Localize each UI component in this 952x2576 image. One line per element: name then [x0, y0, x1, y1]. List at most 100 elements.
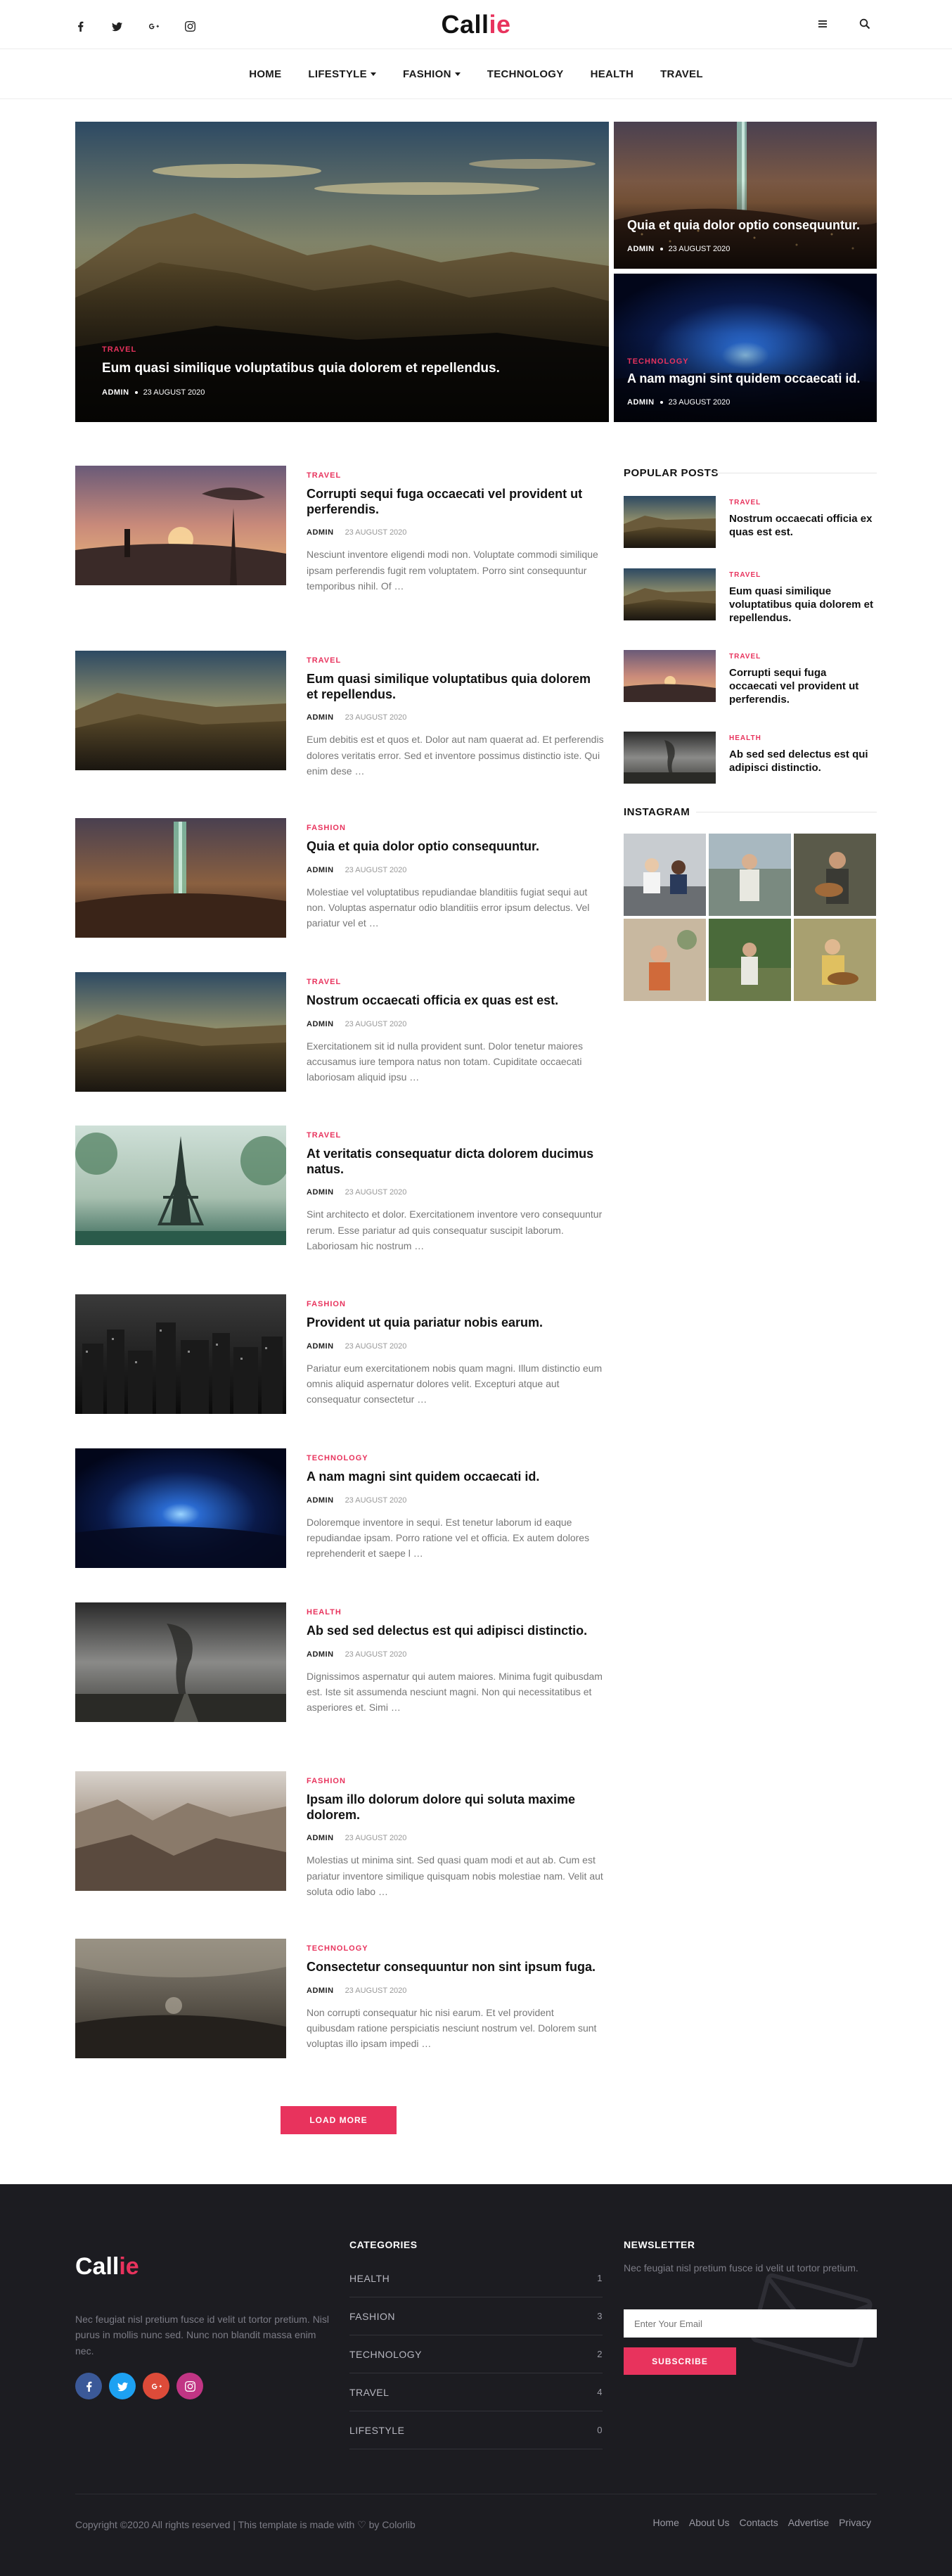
nav-item-fashion[interactable]: FASHION	[403, 68, 461, 80]
post-thumbnail[interactable]	[75, 1448, 286, 1568]
post-category[interactable]: TRAVEL	[307, 471, 604, 480]
post-category[interactable]: TRAVEL	[729, 653, 877, 661]
post-title[interactable]: Provident ut quia pariatur nobis earum.	[307, 1315, 604, 1331]
footer-link-contacts[interactable]: Contacts	[739, 2517, 778, 2528]
popular-post-thumbnail[interactable]	[624, 650, 716, 702]
post-category[interactable]: HEALTH	[307, 1608, 604, 1617]
popular-post-item[interactable]: TRAVEL Corrupti sequi fuga occaecati vel…	[624, 650, 877, 706]
post-category[interactable]: TRAVEL	[307, 656, 604, 665]
post-category[interactable]: FASHION	[307, 824, 604, 832]
post-category[interactable]: TECHNOLOGY	[627, 357, 863, 366]
footer-link-home[interactable]: Home	[653, 2517, 679, 2528]
post-title[interactable]: Consectetur consequuntur non sint ipsum …	[307, 1960, 604, 1975]
post-author[interactable]: ADMIN	[307, 1987, 334, 1995]
post-author[interactable]: ADMIN	[307, 528, 334, 537]
footer-link-advertise[interactable]: Advertise	[788, 2517, 829, 2528]
post-thumbnail[interactable]	[75, 651, 286, 770]
post-author[interactable]: ADMIN	[102, 388, 129, 397]
instagram-icon[interactable]	[176, 2373, 203, 2399]
featured-post-side-1[interactable]: Quia et quia dolor optio consequuntur. A…	[614, 122, 877, 269]
post-author[interactable]: ADMIN	[307, 1020, 334, 1028]
post-author[interactable]: ADMIN	[307, 1342, 334, 1351]
featured-post-main[interactable]: TRAVEL Eum quasi similique voluptatibus …	[75, 122, 609, 422]
search-icon[interactable]	[858, 18, 871, 30]
post-category[interactable]: TRAVEL	[307, 978, 604, 986]
site-logo[interactable]: Callie	[0, 10, 952, 39]
nav-item-technology[interactable]: TECHNOLOGY	[487, 68, 564, 80]
post-title[interactable]: Nostrum occaecati officia ex quas est es…	[307, 993, 604, 1009]
subscribe-button[interactable]: SUBSCRIBE	[624, 2347, 736, 2375]
post-thumbnail[interactable]	[75, 1771, 286, 1891]
nav-item-home[interactable]: HOME	[249, 68, 281, 80]
post-category[interactable]: HEALTH	[729, 734, 877, 742]
instagram-photo[interactable]	[794, 834, 876, 916]
menu-icon[interactable]	[816, 18, 829, 30]
footer-category-item[interactable]: FASHION 3	[349, 2297, 603, 2335]
popular-post-item[interactable]: TRAVEL Eum quasi similique voluptatibus …	[624, 568, 877, 625]
nav-item-travel[interactable]: TRAVEL	[660, 68, 703, 80]
popular-post-thumbnail[interactable]	[624, 496, 716, 548]
post-author[interactable]: ADMIN	[307, 713, 334, 722]
instagram-photo[interactable]	[709, 919, 791, 1001]
post-category[interactable]: FASHION	[307, 1777, 604, 1785]
post-title[interactable]: Nostrum occaecati officia ex quas est es…	[729, 513, 877, 540]
post-title[interactable]: Quia et quia dolor optio consequuntur.	[627, 218, 863, 234]
footer-link-privacy[interactable]: Privacy	[839, 2517, 871, 2528]
post-title[interactable]: Ab sed sed delectus est qui adipisci dis…	[729, 748, 877, 775]
post-category[interactable]: TRAVEL	[729, 499, 877, 506]
instagram-photo[interactable]	[624, 919, 706, 1001]
popular-post-item[interactable]: HEALTH Ab sed sed delectus est qui adipi…	[624, 732, 877, 785]
post-thumbnail[interactable]	[75, 1939, 286, 2058]
twitter-icon[interactable]	[109, 2373, 136, 2399]
footer-category-item[interactable]: LIFESTYLE 0	[349, 2411, 603, 2449]
post-author[interactable]: ADMIN	[307, 866, 334, 874]
google-plus-icon[interactable]	[143, 2373, 169, 2399]
post-title[interactable]: Eum quasi similique voluptatibus quia do…	[307, 672, 604, 702]
instagram-photo[interactable]	[624, 834, 706, 916]
post-thumbnail[interactable]	[75, 1294, 286, 1414]
post-thumbnail[interactable]	[75, 1126, 286, 1245]
nav-item-health[interactable]: HEALTH	[591, 68, 634, 80]
post-category[interactable]: TECHNOLOGY	[307, 1944, 604, 1953]
post-title[interactable]: At veritatis consequatur dicta dolorem d…	[307, 1147, 604, 1177]
post-thumbnail[interactable]	[75, 818, 286, 938]
footer-link-about[interactable]: About Us	[689, 2517, 730, 2528]
post-category[interactable]: FASHION	[307, 1300, 604, 1308]
post-title[interactable]: Corrupti sequi fuga occaecati vel provid…	[307, 487, 604, 517]
post-category[interactable]: TECHNOLOGY	[307, 1454, 604, 1462]
footer-category-item[interactable]: TRAVEL 4	[349, 2373, 603, 2411]
popular-post-item[interactable]: TRAVEL Nostrum occaecati officia ex quas…	[624, 496, 877, 549]
post-title[interactable]: Eum quasi similique voluptatibus quia do…	[729, 585, 877, 625]
newsletter-email-input[interactable]	[624, 2309, 877, 2338]
instagram-photo[interactable]	[709, 834, 791, 916]
post-title[interactable]: Quia et quia dolor optio consequuntur.	[307, 839, 604, 855]
post-author[interactable]: ADMIN	[627, 245, 655, 253]
nav-item-lifestyle[interactable]: LIFESTYLE	[308, 68, 376, 80]
post-title[interactable]: Ipsam illo dolorum dolore qui soluta max…	[307, 1792, 604, 1823]
post-author[interactable]: ADMIN	[307, 1496, 334, 1505]
post-thumbnail[interactable]	[75, 972, 286, 1092]
post-title[interactable]: A nam magni sint quidem occaecati id.	[307, 1469, 604, 1485]
post-category[interactable]: TRAVEL	[102, 345, 581, 354]
post-category[interactable]: TRAVEL	[729, 571, 877, 579]
popular-post-thumbnail[interactable]	[624, 732, 716, 784]
featured-post-side-2[interactable]: TECHNOLOGY A nam magni sint quidem occae…	[614, 274, 877, 422]
facebook-icon[interactable]	[75, 2373, 102, 2399]
post-thumbnail[interactable]	[75, 1602, 286, 1722]
post-author[interactable]: ADMIN	[307, 1650, 334, 1659]
footer-category-item[interactable]: TECHNOLOGY 2	[349, 2335, 603, 2373]
footer-category-item[interactable]: HEALTH 1	[349, 2259, 603, 2297]
post-title[interactable]: Corrupti sequi fuga occaecati vel provid…	[729, 667, 877, 706]
post-title[interactable]: Ab sed sed delectus est qui adipisci dis…	[307, 1624, 604, 1639]
footer-logo[interactable]: Callie	[75, 2253, 139, 2281]
post-thumbnail[interactable]	[75, 466, 286, 585]
post-author[interactable]: ADMIN	[307, 1834, 334, 1842]
post-author[interactable]: ADMIN	[627, 398, 655, 407]
post-category[interactable]: TRAVEL	[307, 1131, 604, 1140]
post-title[interactable]: Eum quasi similique voluptatibus quia do…	[102, 361, 581, 377]
post-author[interactable]: ADMIN	[307, 1188, 334, 1197]
load-more-button[interactable]: LOAD MORE	[281, 2106, 397, 2134]
post-title[interactable]: A nam magni sint quidem occaecati id.	[627, 371, 863, 387]
popular-post-thumbnail[interactable]	[624, 568, 716, 620]
instagram-photo[interactable]	[794, 919, 876, 1001]
